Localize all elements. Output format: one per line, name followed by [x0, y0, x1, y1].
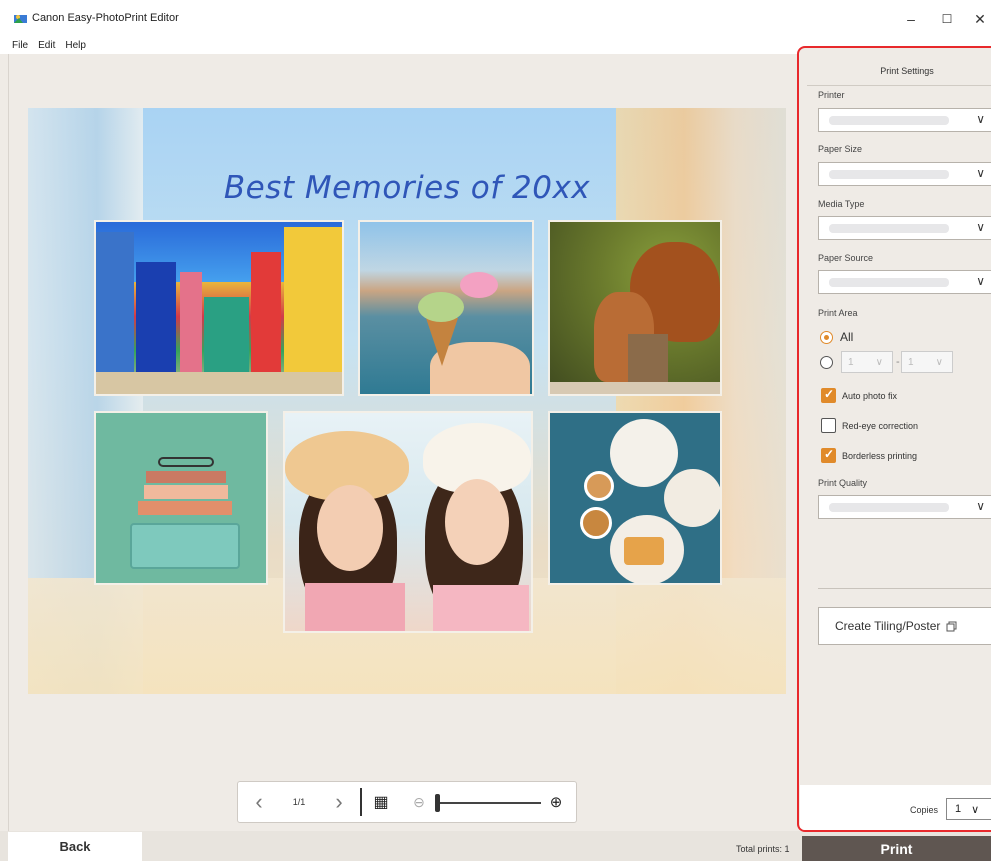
prev-page-icon[interactable]: ‹: [246, 782, 272, 822]
photo-colorful-houses[interactable]: [94, 220, 344, 396]
photo-two-friends[interactable]: [283, 411, 533, 633]
chevron-down-icon: ∨: [976, 220, 985, 234]
left-border: [8, 54, 9, 831]
paper-source-value-blurred: [829, 278, 949, 287]
printer-label: Printer: [818, 90, 845, 100]
app-icon: [14, 15, 27, 23]
photo-breakfast-table[interactable]: [548, 411, 722, 585]
print-button[interactable]: Print: [802, 836, 991, 861]
back-button[interactable]: Back: [8, 832, 142, 861]
red-eye-checkbox[interactable]: [821, 418, 836, 433]
media-type-select[interactable]: ∨: [818, 216, 991, 240]
copies-label: Copies: [910, 805, 939, 815]
copies-area: Copies 1 ∨: [800, 785, 991, 830]
photo-squirrel[interactable]: [548, 220, 722, 396]
printer-select[interactable]: ∨: [818, 108, 991, 132]
print-area-all-label: All: [840, 330, 854, 344]
red-eye-label: Red-eye correction: [842, 421, 919, 431]
print-settings-panel: Print Settings Printer ∨ Paper Size ∨ Me…: [797, 46, 991, 832]
layout-preview[interactable]: Best Memories of 20xx: [28, 108, 786, 694]
paper-size-value-blurred: [829, 170, 949, 179]
next-page-icon[interactable]: ›: [326, 782, 352, 822]
paper-source-label: Paper Source: [818, 253, 874, 263]
close-button[interactable]: ✕: [965, 8, 991, 30]
chevron-down-icon: ∨: [976, 499, 985, 513]
range-separator: -: [896, 356, 900, 368]
print-quality-label: Print Quality: [818, 478, 868, 488]
print-area-all-radio[interactable]: [820, 331, 833, 344]
menu-help[interactable]: Help: [65, 40, 86, 51]
page-indicator: 1/1: [292, 797, 306, 807]
panel-divider: [818, 588, 991, 589]
chevron-down-icon: ∨: [976, 274, 985, 288]
menu-file[interactable]: File: [12, 40, 28, 51]
toolbar-separator: [360, 788, 362, 816]
maximize-button[interactable]: ☐: [932, 8, 962, 30]
range-from-select[interactable]: 1 ∨: [841, 351, 893, 373]
total-prints-text: Total prints: 1: [736, 844, 790, 854]
paper-size-label: Paper Size: [818, 144, 863, 154]
auto-photo-fix-checkbox[interactable]: [821, 387, 836, 403]
photo-suitcase-books[interactable]: [94, 411, 268, 585]
print-area-label: Print Area: [818, 308, 858, 318]
paper-size-select[interactable]: ∨: [818, 162, 991, 186]
zoom-slider-track[interactable]: [437, 802, 541, 804]
printer-value-blurred: [829, 116, 949, 125]
print-quality-select[interactable]: ∨: [818, 495, 991, 519]
open-window-icon: [946, 621, 957, 631]
layout-headline[interactable]: Best Memories of 20xx: [28, 170, 786, 206]
media-type-label: Media Type: [818, 199, 865, 209]
print-area-range-radio[interactable]: [820, 356, 833, 369]
tiling-button-label: Create Tiling/Poster: [835, 619, 941, 633]
photo-ice-cream-canal[interactable]: [358, 220, 534, 396]
media-type-value-blurred: [829, 224, 949, 233]
print-quality-value-blurred: [829, 503, 949, 512]
grid-view-icon[interactable]: ▦: [368, 782, 394, 822]
chevron-down-icon: ∨: [976, 166, 985, 180]
zoom-in-icon[interactable]: ⊕: [544, 782, 568, 822]
create-tiling-poster-button[interactable]: Create Tiling/Poster: [818, 607, 991, 645]
window-title: Canon Easy-PhotoPrint Editor: [32, 12, 179, 24]
panel-title: Print Settings: [807, 56, 991, 86]
menu-edit[interactable]: Edit: [38, 40, 55, 51]
range-to-select[interactable]: 1 ∨: [901, 351, 953, 373]
minimize-button[interactable]: –: [896, 8, 926, 30]
title-bar: Canon Easy-PhotoPrint Editor – ☐ ✕: [0, 0, 991, 36]
zoom-out-icon[interactable]: ⊖: [408, 782, 430, 822]
copies-select[interactable]: 1 ∨: [946, 798, 991, 820]
chevron-down-icon: ∨: [976, 112, 985, 126]
zoom-slider-thumb[interactable]: [435, 794, 440, 812]
auto-photo-fix-label: Auto photo fix: [842, 391, 898, 401]
preview-toolbar: ‹ 1/1 › ▦ ⊖ ⊕: [237, 781, 577, 823]
borderless-checkbox[interactable]: [821, 447, 836, 463]
paper-source-select[interactable]: ∨: [818, 270, 991, 294]
borderless-label: Borderless printing: [842, 451, 918, 461]
